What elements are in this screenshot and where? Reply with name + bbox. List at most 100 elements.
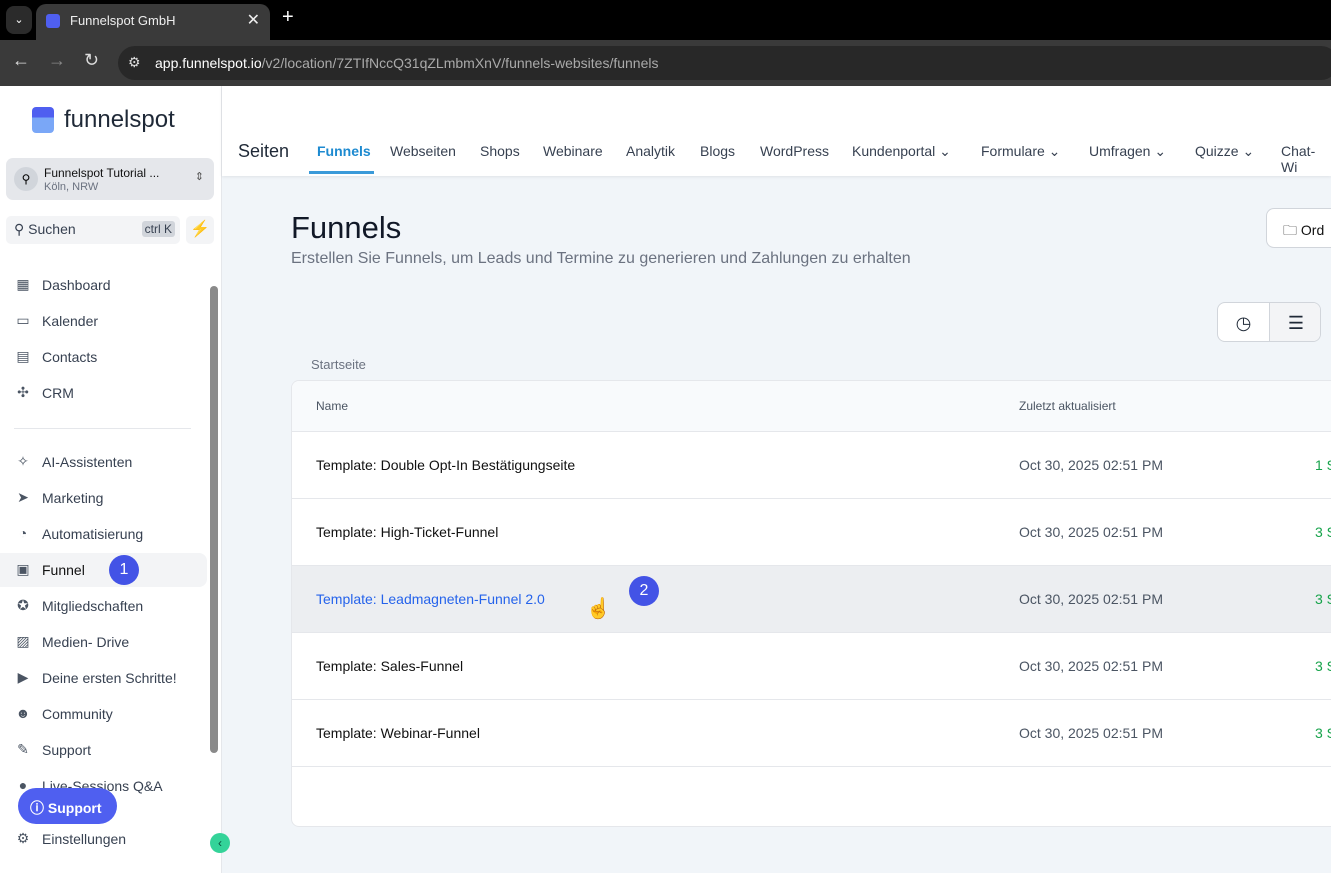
steps-count: 3 S xyxy=(1315,591,1331,607)
back-icon[interactable]: ← xyxy=(12,50,30,71)
deine-ersten-schritte-icon: ▶ xyxy=(17,669,29,685)
dashboard-icon: ▦ xyxy=(16,276,30,292)
favicon-icon xyxy=(46,14,60,28)
updated-date: Oct 30, 2025 02:51 PM xyxy=(1019,457,1163,473)
tab-webseiten[interactable]: Webseiten xyxy=(390,143,456,159)
sidebar-item-ai-assistenten[interactable]: ✧ AI-Assistenten xyxy=(0,445,207,479)
quick-action-bolt-icon[interactable]: ⚡ xyxy=(186,216,214,244)
sidebar-item-crm[interactable]: ✣ CRM xyxy=(0,376,207,410)
chevron-updown-icon: ⇕ xyxy=(194,171,204,183)
table-row[interactable]: Template: Sales-Funnel Oct 30, 2025 02:51… xyxy=(292,633,1331,700)
sidebar-item-support[interactable]: ✎ Support xyxy=(0,733,207,767)
crm-icon: ✣ xyxy=(17,384,29,400)
updated-date: Oct 30, 2025 02:51 PM xyxy=(1019,591,1163,607)
address-bar: ← → ↻ ⚙ app.funnelspot.io/v2/location/7ZT… xyxy=(0,40,1331,86)
updated-date: Oct 30, 2025 02:51 PM xyxy=(1019,658,1163,674)
tab-shops[interactable]: Shops xyxy=(480,143,520,159)
tab-formulare[interactable]: Formulare ⌄ xyxy=(981,143,1060,160)
updated-date: Oct 30, 2025 02:51 PM xyxy=(1019,524,1163,540)
account-switcher[interactable]: ⚲ Funnelspot Tutorial ... Köln, NRW ⇕ xyxy=(6,158,214,200)
reload-icon[interactable]: ↻ xyxy=(84,50,99,71)
breadcrumb[interactable]: Startseite xyxy=(311,357,366,372)
browser-tab[interactable]: Funnelspot GmbH ✕ xyxy=(36,4,270,40)
search-icon: ⚲ xyxy=(14,221,25,237)
community-icon: ☻ xyxy=(15,705,31,721)
funnel-name-link[interactable]: Template: Leadmagneten-Funnel 2.0 xyxy=(316,591,545,607)
medien-drive-icon: ▨ xyxy=(16,633,30,649)
sidebar-item-automatisierung[interactable]: ◔ Automatisierung xyxy=(0,517,207,551)
tab-analytik[interactable]: Analytik xyxy=(626,143,675,159)
support-icon: ✎ xyxy=(17,741,29,757)
sidebar-scrollbar[interactable] xyxy=(210,286,218,753)
automatisierung-icon: ◔ xyxy=(18,525,28,541)
table-header: Name Zuletzt aktualisiert xyxy=(292,381,1331,432)
collapse-sidebar-icon[interactable]: ‹ xyxy=(210,833,230,853)
sidebar-item-kalender[interactable]: ▭ Kalender xyxy=(0,304,207,338)
funnel-name-link[interactable]: Template: High-Ticket-Funnel xyxy=(316,524,498,540)
new-folder-button[interactable]: 🗀 Ord xyxy=(1266,208,1331,248)
sidebar-item-marketing[interactable]: ➤ Marketing xyxy=(0,481,207,515)
list-view-icon[interactable]: ☰ xyxy=(1270,303,1320,341)
site-settings-icon[interactable]: ⚙ xyxy=(128,54,141,71)
clock-icon[interactable]: ◷ xyxy=(1218,303,1270,341)
sidebar-item-contacts[interactable]: ▤ Contacts xyxy=(0,340,207,374)
contacts-icon: ▤ xyxy=(16,348,30,364)
forward-icon[interactable]: → xyxy=(48,50,66,71)
mitgliedschaften-icon: ✪ xyxy=(17,597,29,613)
divider xyxy=(14,428,191,429)
logo-icon xyxy=(32,107,54,133)
view-toggle: ◷ ☰ xyxy=(1217,302,1321,342)
support-button[interactable]: ⓘ Support xyxy=(18,788,117,824)
page-subtitle: Erstellen Sie Funnels, um Leads und Term… xyxy=(291,250,911,267)
sidebar-item-deine-ersten-schritte[interactable]: ▶ Deine ersten Schritte! xyxy=(0,661,207,695)
table-row[interactable]: Template: Webinar-Funnel Oct 30, 2025 02:… xyxy=(292,700,1331,767)
marketing-icon: ➤ xyxy=(17,489,29,505)
ai-assistenten-icon: ✧ xyxy=(17,453,29,469)
funnel-name-link[interactable]: Template: Sales-Funnel xyxy=(316,658,463,674)
tab-list-dropdown[interactable]: ⌄ xyxy=(6,6,32,34)
tab-funnels[interactable]: Funnels xyxy=(317,143,371,159)
page-title: Funnels xyxy=(291,210,402,245)
section-title: Seiten xyxy=(238,141,290,161)
funnel-name-link[interactable]: Template: Double Opt-In Bestätigungseite xyxy=(316,457,575,473)
table-row[interactable]: Template: Leadmagneten-Funnel 2.0 Oct 30,… xyxy=(292,566,1331,633)
sidebar-item-medien-drive[interactable]: ▨ Medien- Drive xyxy=(0,625,207,659)
steps-count: 3 S xyxy=(1315,725,1331,741)
top-navigation: Seiten Funnels Webseiten Shops Webinare Anal… xyxy=(222,86,1331,176)
active-tab-indicator xyxy=(309,171,374,174)
new-tab-button[interactable]: + xyxy=(282,6,294,29)
sidebar-item-dashboard[interactable]: ▦ Dashboard xyxy=(0,268,207,302)
funnel-name-link[interactable]: Template: Webinar-Funnel xyxy=(316,725,480,741)
search-button[interactable]: ⚲ Suchen ctrl K xyxy=(6,216,180,244)
logo: funnelspot xyxy=(32,106,175,134)
sidebar-item-funnel[interactable]: ▣ Funnel xyxy=(0,553,207,587)
table-row[interactable]: Template: Double Opt-In Bestätigungseite… xyxy=(292,432,1331,499)
browser-tab-bar: ⌄ Funnelspot GmbH ✕ + xyxy=(0,0,1331,40)
gear-icon: ⚙ xyxy=(16,830,30,846)
tab-blogs[interactable]: Blogs xyxy=(700,143,735,159)
tab-chat-wi[interactable]: Chat-Wi xyxy=(1281,143,1331,175)
funnels-table: Name Zuletzt aktualisiert Template: Doub… xyxy=(291,380,1331,827)
tab-umfragen[interactable]: Umfragen ⌄ xyxy=(1089,143,1166,160)
location-icon: ⚲ xyxy=(14,167,38,191)
sidebar-item-community[interactable]: ☻ Community xyxy=(0,697,207,731)
tab-kundenportal[interactable]: Kundenportal ⌄ xyxy=(852,143,951,160)
table-row[interactable]: Template: High-Ticket-Funnel Oct 30, 2025… xyxy=(292,499,1331,566)
tab-wordpress[interactable]: WordPress xyxy=(760,143,829,159)
folder-plus-icon: 🗀 xyxy=(1283,222,1297,238)
steps-count: 1 S xyxy=(1315,457,1331,473)
sidebar-item-einstellungen[interactable]: ⚙ Einstellungen xyxy=(0,822,207,856)
pointer-cursor-icon: ☝ xyxy=(586,598,611,620)
tab-quizze[interactable]: Quizze ⌄ xyxy=(1195,143,1254,160)
sidebar: funnelspot ⚲ Funnelspot Tutorial ... Köl… xyxy=(0,86,230,873)
steps-count: 3 S xyxy=(1315,524,1331,540)
step-badge-1: 1 xyxy=(109,555,139,585)
tab-webinare[interactable]: Webinare xyxy=(543,143,603,159)
sidebar-item-mitgliedschaften[interactable]: ✪ Mitgliedschaften xyxy=(0,589,207,623)
close-tab-icon[interactable]: ✕ xyxy=(247,10,260,30)
kalender-icon: ▭ xyxy=(16,312,30,328)
steps-count: 3 S xyxy=(1315,658,1331,674)
url-input[interactable]: ⚙ app.funnelspot.io/v2/location/7ZTIfNccQ… xyxy=(118,46,1331,80)
step-badge-2: 2 xyxy=(629,576,659,606)
updated-date: Oct 30, 2025 02:51 PM xyxy=(1019,725,1163,741)
